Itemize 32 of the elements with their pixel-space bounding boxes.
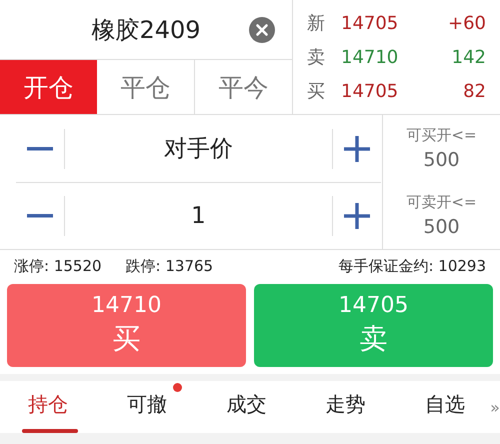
quote-label: 卖	[307, 46, 326, 69]
limit-value: 500	[423, 216, 460, 238]
quote-value: 82	[463, 80, 486, 102]
more-icon[interactable]: »	[490, 398, 500, 416]
minus-icon	[27, 214, 53, 218]
quote-price: 14705	[341, 80, 400, 102]
active-underline	[22, 429, 78, 433]
quote-value: 142	[452, 46, 486, 68]
lower-limit: 跌停: 13765	[126, 256, 214, 276]
minus-icon	[27, 146, 53, 150]
quote-price: 14705	[341, 12, 400, 34]
margin-info: 每手保证金约: 10293	[338, 256, 486, 276]
clear-icon[interactable]	[249, 17, 275, 43]
quote-value: +60	[448, 12, 486, 34]
plus-icon	[344, 203, 370, 229]
limit-label: 可卖开<=	[406, 193, 477, 212]
limit-label: 可买开<=	[406, 126, 477, 145]
bottom-tab[interactable]: 持仓	[8, 381, 108, 433]
contract-name: 橡胶2409	[91, 14, 201, 46]
quote-label: 买	[307, 80, 326, 103]
bottom-tab[interactable]: 成交	[206, 381, 306, 433]
bottom-tab[interactable]: 走势	[306, 381, 405, 433]
plus-icon	[344, 136, 370, 162]
upper-limit: 涨停: 15520	[14, 256, 102, 276]
quote-price: 14710	[341, 46, 400, 68]
bottom-tab[interactable]: 可撤	[107, 381, 206, 433]
price-field[interactable]: 对手价	[65, 128, 332, 170]
limit-value: 500	[423, 149, 460, 171]
quantity-field[interactable]: 1	[65, 195, 332, 237]
buy-button[interactable]: 14710 买	[7, 284, 246, 367]
quote-label: 新	[307, 12, 326, 35]
order-tab[interactable]: 开仓	[0, 60, 97, 114]
